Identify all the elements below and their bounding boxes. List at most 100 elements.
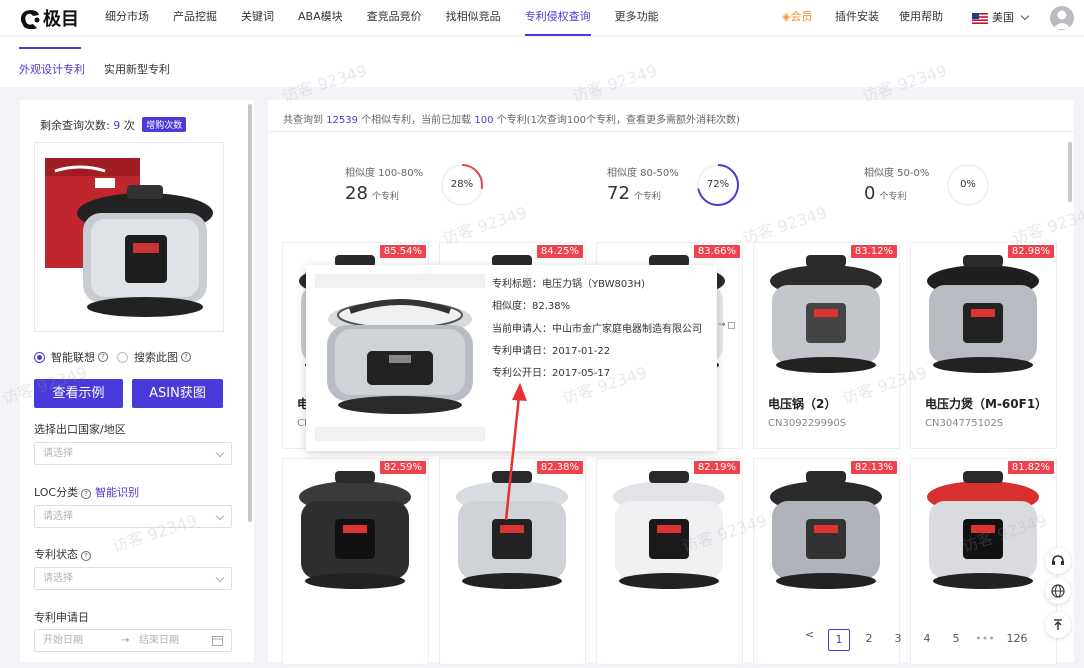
avatar[interactable] [1050,6,1074,30]
copy-icon[interactable] [728,322,735,329]
tooltip-publish-date: 专利公开日：2017-05-17 [492,368,611,379]
similarity-badge: 82.98% [1007,245,1054,258]
tooltip-applicant: 当前申请人：中山市金广家庭电器制造有限公司 [492,324,702,335]
loaded-count: 100 [474,115,494,126]
arrow-up-icon [1054,619,1062,630]
radio-label: 搜索此图 [134,351,178,364]
nav-item[interactable]: 更多功能 [615,0,659,36]
buy-credits-button[interactable]: 增购次数 [142,117,187,132]
tab-design-patent[interactable]: 外观设计专利 [19,61,85,77]
nav-item[interactable]: 关键词 [241,0,274,36]
calendar-icon [212,636,223,646]
main-nav: 细分市场 产品挖掘 关键词 ABA模块 查竞品竞价 找相似竞品 专利侵权查询 更… [105,0,683,36]
language-button[interactable] [1045,578,1071,604]
help-icon[interactable]: ? [81,489,92,499]
chevron-down-icon [1020,11,1030,21]
similarity-badge: 84.25% [536,245,583,258]
similarity-badge: 82.19% [693,461,740,474]
total-count: 12539 [326,115,358,126]
page-2[interactable]: 2 [858,629,880,651]
region-select[interactable]: 美国 [972,0,1030,36]
stat-label: 相似度 50-0% [864,168,930,179]
page-3[interactable]: 3 [887,629,909,651]
nav-item[interactable]: 找相似竞品 [446,0,501,36]
radio-label: 智能联想 [51,351,95,364]
region-label: 美国 [992,11,1014,24]
page-5[interactable]: 5 [945,629,967,651]
patent-image [927,255,1039,373]
patent-card[interactable]: 82.59% [282,458,429,665]
status-select[interactable]: 请选择 [34,567,232,590]
page-ellipsis[interactable]: ••• [974,629,996,651]
patent-card[interactable]: 82.19% [596,458,743,665]
patent-image [456,471,568,589]
tab-utility-patent[interactable]: 实用新型专利 [104,61,170,77]
arrow-right-icon: → [121,635,130,646]
vip-label: 会员 [790,10,813,23]
page-1[interactable]: 1 [828,629,850,651]
back-to-top-button[interactable] [1045,612,1071,638]
credits-label: 剩余查询次数: [40,119,110,132]
help-icon[interactable]: ? [81,551,91,561]
nav-item[interactable]: ABA模块 [298,0,343,36]
patent-card[interactable]: 82.38% [439,458,586,665]
nav-item[interactable]: 查竞品竞价 [367,0,422,36]
nav-item-active[interactable]: 专利侵权查询 [524,0,591,36]
similarity-badge: 82.13% [850,461,897,474]
patent-image [299,471,411,589]
credits-count: 9 [113,119,121,132]
radio-search-image[interactable]: 搜索此图 ? [117,349,191,365]
radio-smart-association[interactable]: 智能联想 ? [34,349,108,365]
sub-nav: 外观设计专利 实用新型专利 [0,37,1084,87]
results-scrollbar[interactable] [1068,142,1072,202]
patent-card[interactable]: 83.12% 电压锅（2） CN309229990S [753,242,900,449]
nav-item[interactable]: 细分市场 [105,0,149,36]
similarity-badge: 83.12% [850,245,897,258]
logo[interactable]: 极目 [18,6,79,30]
patent-number: CN304775102S [925,418,1004,429]
us-flag-icon [972,12,988,24]
smart-identify-link[interactable]: 智能识别 [95,486,139,499]
loc-label: LOC分类? 智能识别 [34,484,139,500]
left-scrollbar[interactable] [248,104,252,522]
stat-unit: 个专利 [879,192,907,202]
view-example-button[interactable]: 查看示例 [34,379,123,408]
help-icon[interactable]: ? [98,352,108,362]
stat-low: 相似度 50-0% 0 个专利 [864,164,929,204]
query-product-image [34,142,224,332]
globe-icon [1051,584,1065,598]
patent-image [770,471,882,589]
page-4[interactable]: 4 [916,629,938,651]
radio-dot [117,351,128,363]
chevron-down-icon [215,448,225,458]
start-date-input[interactable]: 开始日期 [43,630,83,651]
patent-name: 电压力煲（M-60F1） [925,397,1048,411]
similarity-badge: 85.54% [379,245,426,258]
customer-service-button[interactable] [1045,548,1071,574]
patent-card[interactable]: 82.98% 电压力煲（M-60F1） CN304775102S [910,242,1057,449]
stat-unit: 个专利 [371,192,399,202]
stat-count: 0 [864,183,876,204]
chevron-down-icon [215,573,225,583]
ring-percent: 28% [450,179,474,190]
headset-icon [1052,555,1064,565]
prev-page-icon[interactable]: < [805,628,814,641]
vip-link[interactable]: ◈会员 [782,0,812,36]
end-date-input[interactable]: 结束日期 [139,630,179,651]
asin-image-button[interactable]: ASIN获图 [132,379,223,408]
select-placeholder: 请选择 [43,448,73,459]
tooltip-title: 专利标题：电压力锅（YBW803H) [492,279,646,290]
patent-detail-tooltip: 专利标题：电压力锅（YBW803H) 相似度：82.38% 当前申请人：中山市金… [306,265,717,451]
loc-select[interactable]: 请选择 [34,505,232,528]
help-icon[interactable]: ? [181,352,191,362]
page-last[interactable]: 126 [1004,629,1030,651]
patent-image [770,255,882,373]
date-range-picker[interactable]: 开始日期 → 结束日期 [34,629,232,652]
ring-percent: 72% [706,179,730,190]
nav-item[interactable]: 产品挖掘 [173,0,217,36]
image-placeholder [315,427,485,441]
plugin-install-link[interactable]: 插件安装 [835,0,879,36]
country-select[interactable]: 请选择 [34,442,232,465]
user-icon [1053,10,1071,29]
help-link[interactable]: 使用帮助 [899,0,943,36]
